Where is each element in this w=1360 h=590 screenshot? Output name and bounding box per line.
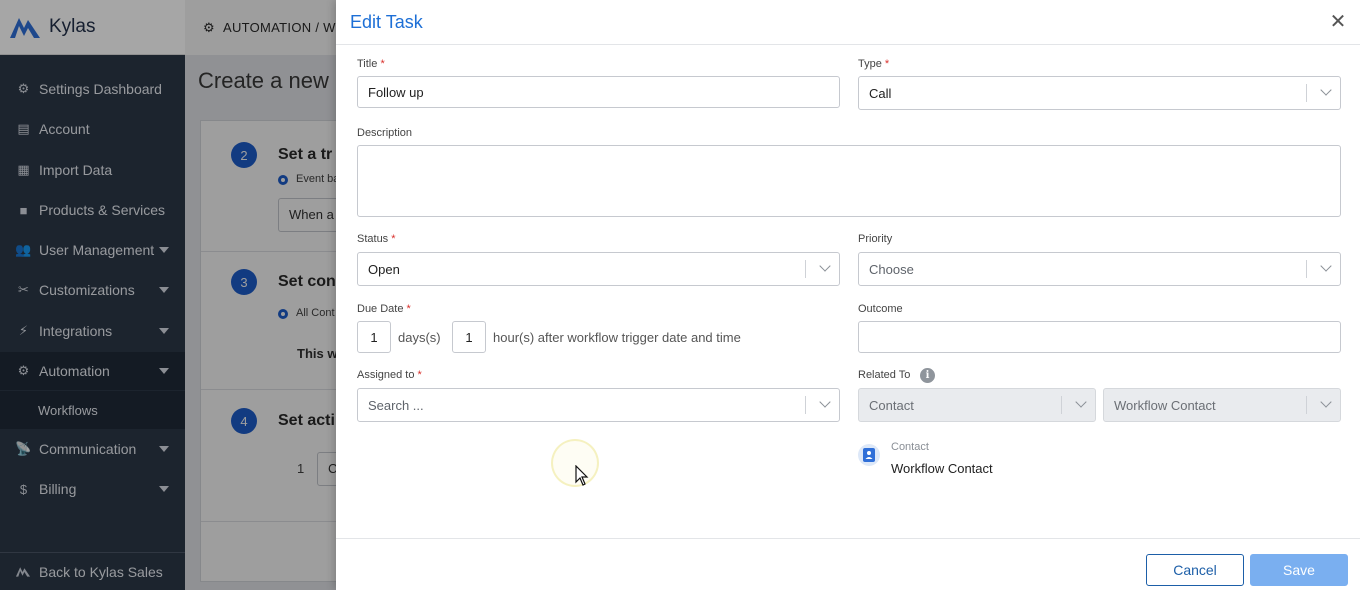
chevron-down-icon: [1320, 396, 1332, 408]
sidebar-item-label: Settings Dashboard: [39, 81, 162, 97]
modal-footer: Cancel Save: [336, 538, 1360, 590]
type-select[interactable]: Call: [858, 76, 1341, 110]
sidebar-header: Kylas: [0, 0, 185, 55]
sidebar-item-automation[interactable]: ⚙ Automation: [0, 352, 185, 390]
dollar-icon: $: [19, 481, 28, 497]
related-contact-type: Contact: [891, 441, 929, 453]
sidebar-item-label: Account: [39, 121, 90, 137]
caret-down-icon: [159, 368, 169, 374]
sidebar-item-import-data[interactable]: ▦ Import Data: [0, 151, 185, 189]
assigned-to-label: Assigned to *: [357, 369, 422, 381]
sidebar-item-label: Import Data: [39, 162, 113, 178]
status-value: Open: [368, 261, 400, 277]
select-separator: [1306, 84, 1307, 102]
caret-down-icon: [159, 486, 169, 492]
sidebar-item-integrations[interactable]: ⚡ Integrations: [0, 312, 185, 350]
related-entity-select: Contact: [858, 388, 1096, 422]
tools-icon: ✂: [18, 282, 29, 297]
priority-select[interactable]: Choose: [858, 252, 1341, 286]
caret-down-icon: [159, 247, 169, 253]
back-to-kylas-sales-link[interactable]: Back to Kylas Sales: [0, 552, 185, 590]
kylas-logo-icon: [8, 13, 42, 41]
box-icon: ■: [19, 202, 28, 218]
related-to-label: Related To: [858, 369, 911, 381]
mouse-cursor-icon: [575, 464, 589, 490]
sidebar-item-billing[interactable]: $ Billing: [0, 470, 185, 508]
status-select[interactable]: Open: [357, 252, 840, 286]
chevron-down-icon: [1320, 260, 1332, 272]
related-record-value: Workflow Contact: [1114, 397, 1216, 413]
close-icon[interactable]: ✕: [1328, 11, 1348, 33]
id-card-icon: ▤: [17, 121, 30, 136]
satellite-icon: 📡: [15, 441, 32, 456]
sidebar-item-settings-dashboard[interactable]: ⚙ Settings Dashboard: [0, 70, 185, 108]
sidebar-item-account[interactable]: ▤ Account: [0, 110, 185, 148]
assigned-to-placeholder: Search ...: [368, 397, 424, 413]
sidebar-item-label: Products & Services: [39, 202, 166, 218]
priority-placeholder: Choose: [869, 261, 914, 277]
description-textarea[interactable]: [357, 145, 1341, 217]
sidebar-item-user-management[interactable]: 👥 User Management: [0, 231, 185, 269]
save-button[interactable]: Save: [1250, 554, 1348, 586]
gear-icon: ⚙: [17, 81, 30, 96]
title-input[interactable]: Follow up: [357, 76, 840, 108]
days-label: days(s): [398, 330, 441, 345]
sidebar-item-products-services[interactable]: ■ Products & Services: [0, 191, 185, 229]
status-label: Status *: [357, 233, 396, 245]
modal-header: Edit Task: [336, 0, 1360, 45]
contact-icon: [858, 444, 880, 466]
related-record-select: Workflow Contact: [1103, 388, 1341, 422]
sidebar-item-customizations[interactable]: ✂ Customizations: [0, 271, 185, 309]
assigned-to-select[interactable]: Search ...: [357, 388, 840, 422]
sidebar-item-communication[interactable]: 📡 Communication: [0, 430, 185, 468]
table-icon: ▦: [17, 162, 30, 177]
select-separator: [1306, 396, 1307, 414]
related-entity-value: Contact: [869, 397, 914, 413]
chevron-down-icon: [1075, 396, 1087, 408]
back-link-label: Back to Kylas Sales: [39, 563, 163, 580]
kylas-small-logo-icon: [15, 565, 32, 578]
cancel-button[interactable]: Cancel: [1146, 554, 1244, 586]
chevron-down-icon: [819, 260, 831, 272]
caret-down-icon: [159, 287, 169, 293]
hours-label: hour(s) after workflow trigger date and …: [493, 330, 741, 345]
app-name: Kylas: [49, 16, 96, 37]
edit-task-modal: Edit Task ✕ Title * Follow up Type * Cal…: [336, 0, 1360, 590]
outcome-label: Outcome: [858, 303, 903, 315]
type-label: Type *: [858, 58, 890, 70]
select-separator: [805, 396, 806, 414]
modal-title: Edit Task: [350, 11, 423, 32]
select-separator: [1306, 260, 1307, 278]
description-label: Description: [357, 127, 413, 139]
title-label: Title *: [357, 58, 385, 70]
due-hours-input[interactable]: 1: [452, 321, 486, 353]
info-icon[interactable]: i: [920, 368, 935, 383]
caret-down-icon: [159, 328, 169, 334]
chevron-down-icon: [819, 396, 831, 408]
sidebar: Kylas ⚙ Settings Dashboard ▤ Account ▦ I…: [0, 0, 185, 590]
due-date-label: Due Date *: [357, 303, 411, 315]
related-contact-name[interactable]: Workflow Contact: [891, 461, 993, 476]
caret-down-icon: [159, 446, 169, 452]
sidebar-item-label: Automation: [39, 363, 110, 379]
outcome-input[interactable]: [858, 321, 1341, 353]
chevron-down-icon: [1320, 84, 1332, 96]
users-icon: 👥: [15, 242, 32, 257]
priority-label: Priority: [858, 233, 893, 245]
sidebar-item-label: Integrations: [39, 323, 113, 339]
type-value: Call: [869, 85, 892, 101]
gears-icon: ⚙: [17, 363, 30, 378]
due-days-input[interactable]: 1: [357, 321, 391, 353]
sidebar-item-label: Communication: [39, 441, 137, 457]
plug-icon: ⚡: [18, 323, 29, 338]
select-separator: [805, 260, 806, 278]
sidebar-subitem-workflows[interactable]: Workflows: [0, 391, 185, 429]
sidebar-item-label: Customizations: [39, 282, 135, 298]
sidebar-item-label: User Management: [39, 242, 155, 258]
sidebar-item-label: Billing: [39, 481, 77, 497]
select-separator: [1061, 396, 1062, 414]
